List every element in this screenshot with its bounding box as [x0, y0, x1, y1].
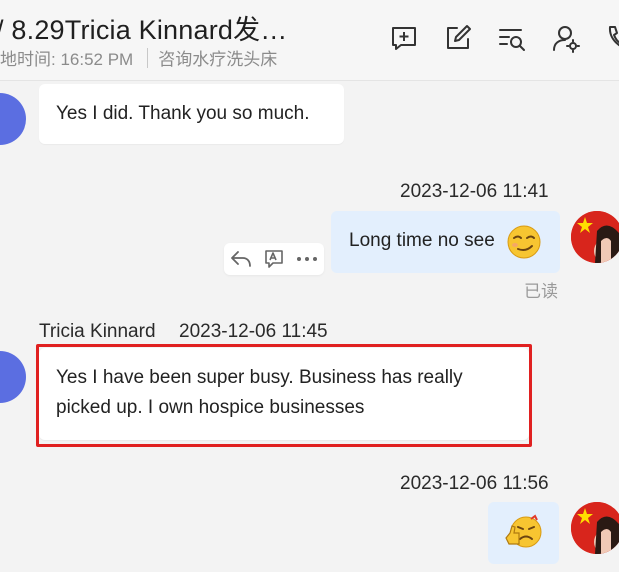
chat-header: / 8.29Tricia Kinnard发… 地时间: 16:52 PM 咨询水…: [0, 0, 619, 81]
local-time: 地时间: 16:52 PM: [0, 50, 134, 69]
highlight-box: [36, 344, 532, 447]
outgoing-emoji-bubble[interactable]: [488, 502, 559, 564]
more-icon[interactable]: [290, 243, 323, 275]
smirk-emoji: [507, 225, 541, 259]
edit-icon[interactable]: [443, 23, 473, 53]
user-settings-icon[interactable]: [551, 23, 581, 53]
contact-avatar[interactable]: T: [0, 93, 26, 145]
translate-icon[interactable]: [257, 243, 290, 275]
chat-title: / 8.29Tricia Kinnard发…: [0, 15, 288, 45]
message-timestamp: 2023-12-06 11:45: [179, 321, 328, 342]
my-avatar[interactable]: [571, 502, 619, 554]
sender-name: Tricia Kinnard: [39, 321, 156, 342]
message-hover-actions: [224, 243, 324, 275]
my-avatar[interactable]: [571, 211, 619, 263]
incoming-message-bubble[interactable]: Yes I did. Thank you so much.: [39, 84, 344, 144]
reply-icon[interactable]: [224, 243, 257, 275]
message-timestamp: 2023-12-06 11:56: [400, 473, 549, 494]
customer-tag: 咨询水疗洗头床: [158, 50, 278, 69]
message-plus-icon[interactable]: [389, 23, 419, 53]
contact-avatar[interactable]: T: [0, 351, 26, 403]
message-text: Long time no see: [349, 230, 495, 251]
message-text: Yes I did. Thank you so much.: [56, 103, 310, 124]
thumbs-up-emoji: [505, 514, 542, 548]
outgoing-message-bubble[interactable]: Long time no see: [331, 211, 560, 273]
search-list-icon[interactable]: [497, 23, 527, 53]
read-status: 已读: [524, 282, 558, 301]
chat-subline: 地时间: 16:52 PM 咨询水疗洗头床: [0, 45, 277, 70]
divider: [147, 47, 149, 68]
phone-icon[interactable]: [604, 23, 619, 53]
message-timestamp: 2023-12-06 11:41: [400, 181, 549, 202]
